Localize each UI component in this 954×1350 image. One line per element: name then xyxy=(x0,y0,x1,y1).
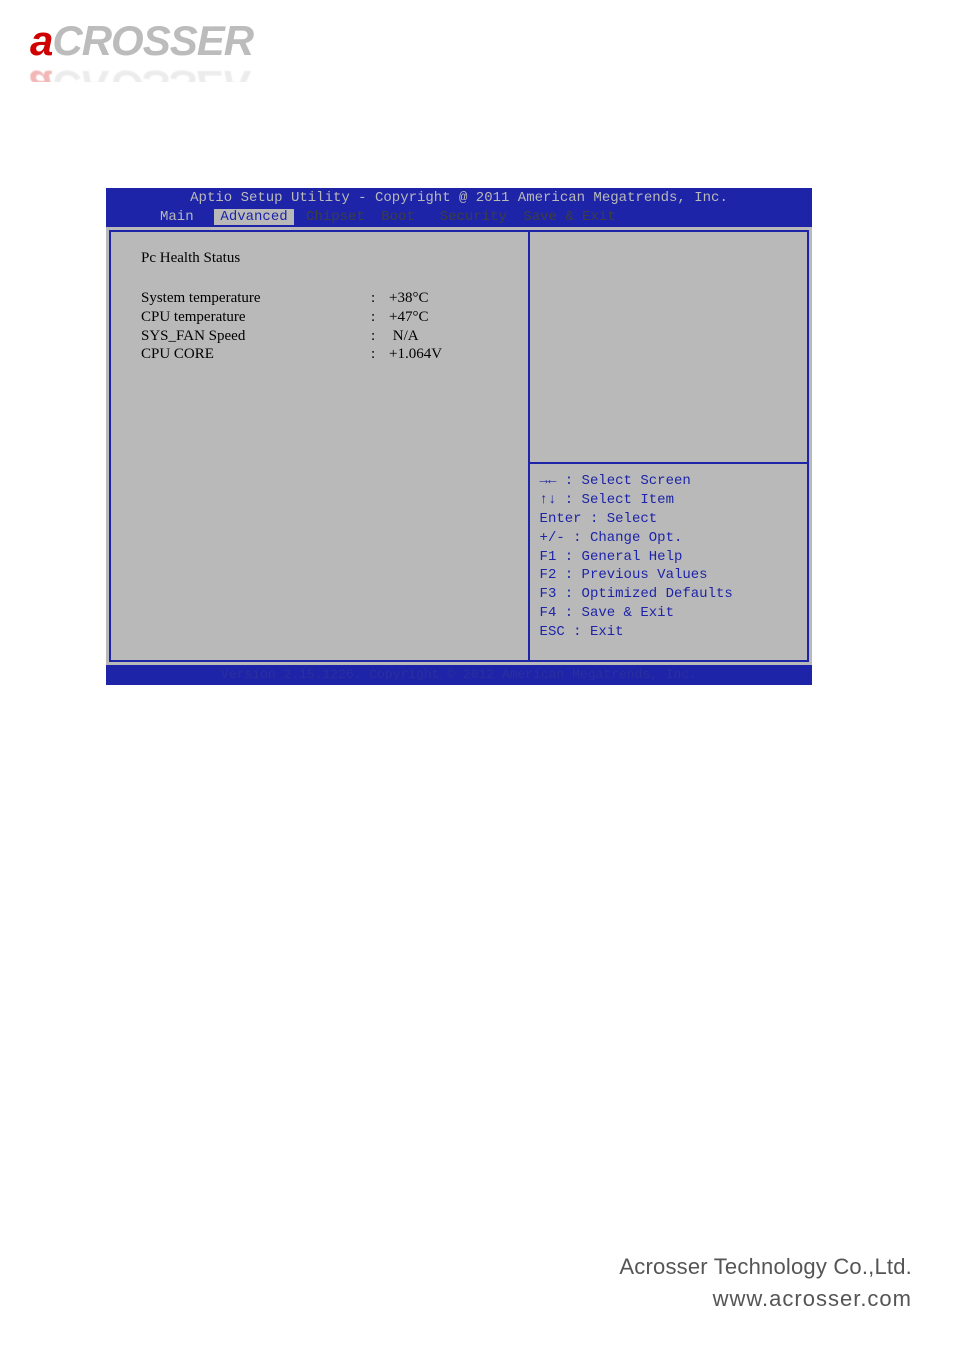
bios-right-pane: →← : Select Screen ↑↓ : Select Item Ente… xyxy=(530,232,807,660)
help-change-opt: +/- : Change Opt. xyxy=(540,530,683,546)
value-cpu-core: +1.064V xyxy=(389,345,516,364)
value-cpu-temp: +47°C xyxy=(389,308,516,327)
menu-chipset[interactable]: Chipset xyxy=(302,209,369,225)
help-enter: Enter : Select xyxy=(540,511,658,527)
page-footer: Acrosser Technology Co.,Ltd. www.acrosse… xyxy=(619,1254,912,1312)
menu-security[interactable]: Security xyxy=(436,209,511,225)
row-sys-fan: SYS_FAN Speed : N/A xyxy=(141,327,516,346)
footer-website: www.acrosser.com xyxy=(619,1286,912,1312)
help-esc: ESC : Exit xyxy=(540,624,624,640)
value-system-temp: +38°C xyxy=(389,289,516,308)
label-system-temp: System temperature xyxy=(141,289,371,308)
brand-logo: aCROSSER aCROSSER xyxy=(30,20,290,75)
help-f2: F2 : Previous Values xyxy=(540,567,708,583)
menu-main[interactable]: Main xyxy=(156,209,198,225)
bios-window: Aptio Setup Utility - Copyright @ 2011 A… xyxy=(106,188,812,685)
label-cpu-temp: CPU temperature xyxy=(141,308,371,327)
help-f3: F3 : Optimized Defaults xyxy=(540,586,733,602)
help-upper-blank xyxy=(530,232,807,462)
row-system-temp: System temperature : +38°C xyxy=(141,289,516,308)
bios-footer: Version 2.15.1226. Copyright © 2012 Amer… xyxy=(106,665,812,685)
logo-reflection: aCROSSER xyxy=(30,64,285,82)
logo-letter-rest: CROSSER xyxy=(52,17,253,64)
label-cpu-core: CPU CORE xyxy=(141,345,371,364)
logo-letter-a: a xyxy=(30,17,52,64)
bios-menubar: Main Advanced Chipset Boot Security Save… xyxy=(106,208,812,227)
bios-title: Aptio Setup Utility - Copyright @ 2011 A… xyxy=(106,188,812,208)
menu-save-exit[interactable]: Save & Exit xyxy=(519,209,619,225)
help-f1: F1 : General Help xyxy=(540,549,683,565)
help-select-screen: →← : Select Screen xyxy=(540,473,691,489)
label-sys-fan: SYS_FAN Speed xyxy=(141,327,371,346)
bios-left-pane: Pc Health Status System temperature : +3… xyxy=(111,232,530,660)
help-key-list: →← : Select Screen ↑↓ : Select Item Ente… xyxy=(530,462,807,660)
section-heading: Pc Health Status xyxy=(141,250,516,267)
help-select-item: ↑↓ : Select Item xyxy=(540,492,674,508)
row-cpu-temp: CPU temperature : +47°C xyxy=(141,308,516,327)
menu-boot[interactable]: Boot xyxy=(377,209,419,225)
help-f4: F4 : Save & Exit xyxy=(540,605,674,621)
menu-advanced[interactable]: Advanced xyxy=(214,209,293,225)
row-cpu-core: CPU CORE : +1.064V xyxy=(141,345,516,364)
value-sys-fan: N/A xyxy=(389,327,516,346)
footer-company: Acrosser Technology Co.,Ltd. xyxy=(619,1254,912,1280)
